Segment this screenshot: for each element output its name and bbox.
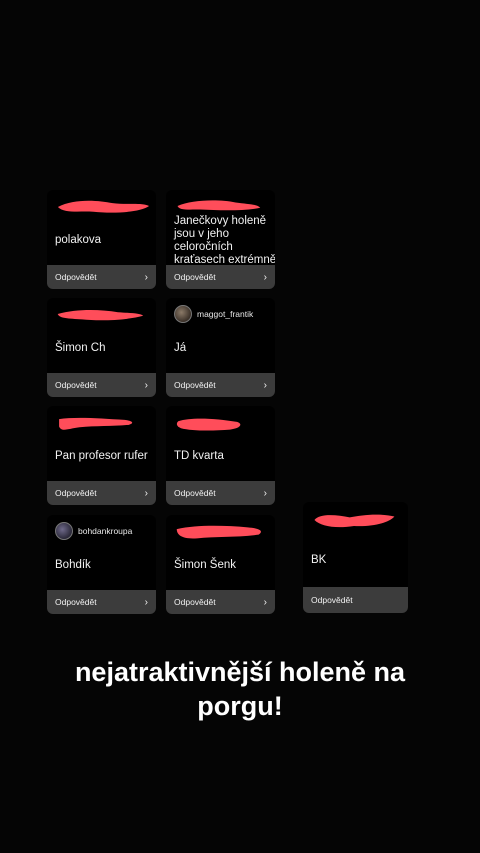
reply-button[interactable]: Odpovědět › [47, 373, 156, 397]
avatar [174, 305, 192, 323]
question-card-6: TD kvarta Odpovědět › [166, 406, 275, 505]
answer-text: Pan profesor rufer [55, 450, 148, 462]
redaction-scribble [57, 310, 144, 321]
username-label: maggot_frantik [197, 309, 254, 319]
redaction-scribble [176, 525, 261, 539]
answer-text: BK [311, 554, 327, 566]
redaction-scribble [314, 514, 395, 528]
reply-label: Odpovědět [174, 272, 216, 282]
chevron-right-icon: › [263, 271, 267, 283]
reply-label: Odpovědět [55, 488, 97, 498]
story-caption: nejatraktivnější holeně na porgu! [74, 657, 406, 721]
redaction-scribble [59, 417, 133, 430]
reply-button[interactable]: Odpovědět › [166, 481, 275, 505]
avatar [55, 522, 73, 540]
question-card-7: bohdankroupa Bohdík Odpovědět › [47, 515, 156, 614]
answer-text: Šimon Šenk [174, 559, 237, 571]
question-card-8: Šimon Šenk Odpovědět › [166, 515, 275, 614]
reply-button[interactable]: Odpovědět › [166, 265, 275, 289]
answer-text: TD kvarta [174, 450, 224, 462]
question-card-5: Pan profesor rufer Odpovědět › [47, 406, 156, 505]
answer-text: polakova [55, 234, 102, 246]
asker-username[interactable]: maggot_frantik [174, 305, 253, 323]
reply-label: Odpovědět [55, 597, 97, 607]
chevron-right-icon: › [263, 487, 267, 499]
username-label: bohdankroupa [78, 526, 133, 536]
reply-label: Odpovědět [174, 380, 216, 390]
question-card-3: Šimon Ch Odpovědět › [47, 298, 156, 397]
question-card-2: Janečkovy holeně jsou v jeho celoročních… [166, 190, 275, 289]
question-card-9: BK Odpovědět [303, 502, 408, 613]
answer-text: Já [174, 342, 187, 354]
redaction-scribble [57, 200, 150, 213]
reply-label: Odpovědět [174, 597, 216, 607]
reply-label: Odpovědět [55, 272, 97, 282]
answer-text: Bohdík [55, 559, 91, 571]
chevron-right-icon: › [144, 487, 148, 499]
chevron-right-icon: › [144, 596, 148, 608]
reply-label: Odpovědět [174, 488, 216, 498]
reply-button[interactable]: Odpovědět [303, 587, 408, 613]
reply-button[interactable]: Odpovědět › [47, 590, 156, 614]
chevron-right-icon: › [144, 379, 148, 391]
chevron-right-icon: › [263, 596, 267, 608]
reply-button[interactable]: Odpovědět › [47, 265, 156, 289]
reply-label: Odpovědět [55, 380, 97, 390]
reply-button[interactable]: Odpovědět › [166, 373, 275, 397]
question-card-4: maggot_frantik Já Odpovědět › [166, 298, 275, 397]
question-card-1: polakova Odpovědět › [47, 190, 156, 289]
chevron-right-icon: › [144, 271, 148, 283]
reply-label: Odpovědět [311, 595, 353, 605]
chevron-right-icon: › [263, 379, 267, 391]
reply-button[interactable]: Odpovědět › [166, 590, 275, 614]
redaction-scribble [176, 418, 241, 431]
redaction-scribble [177, 200, 261, 211]
reply-button[interactable]: Odpovědět › [47, 481, 156, 505]
asker-username[interactable]: bohdankroupa [55, 522, 132, 540]
answer-text: Šimon Ch [55, 342, 106, 354]
